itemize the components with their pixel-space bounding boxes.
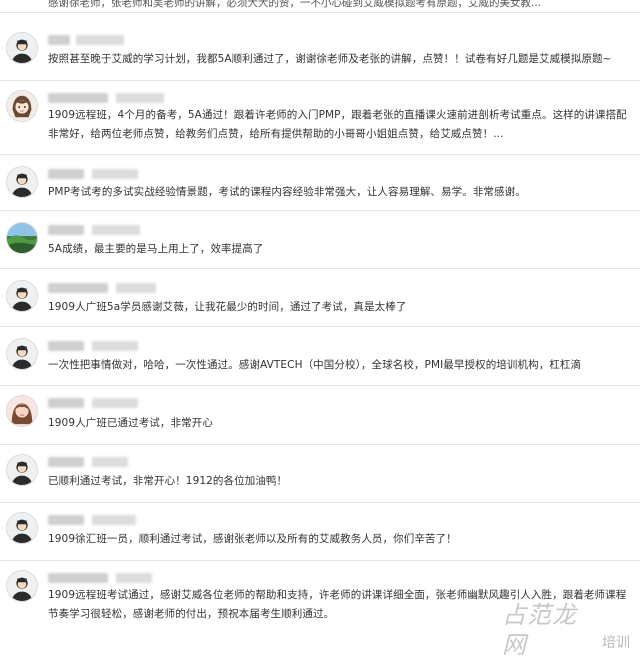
- timestamp-blurred: [76, 35, 124, 45]
- timestamp-blurred: [116, 93, 164, 103]
- username-blurred: [48, 283, 108, 293]
- default-avatar-icon[interactable]: [6, 32, 38, 64]
- divider: [0, 210, 640, 211]
- divider: [0, 385, 640, 386]
- default-avatar-icon[interactable]: [6, 280, 38, 312]
- comment-text: 1909人广班5a学员感谢艾薇，让我花最少的时间，通过了考试，真是太棒了: [48, 301, 407, 313]
- comment-text: 1909徐汇班一员，顺利通过考试，感谢张老师以及所有的艾威教务人员，你们辛苦了！: [48, 533, 457, 545]
- username-blurred: [48, 225, 84, 235]
- site-watermark: 占范龙网 培训: [502, 601, 632, 662]
- divider: [0, 502, 640, 503]
- comment-text: 1909远程班，4个月的备考，5A通过！跟着许老师的入门PMP，跟着老张的直播课…: [48, 109, 627, 140]
- comment-text: 已顺利通过考试，非常开心！1912的各位加油鸭！: [48, 475, 288, 487]
- divider: [0, 326, 640, 327]
- username-blurred: [48, 341, 84, 351]
- default-avatar-icon[interactable]: [6, 166, 38, 198]
- landscape-avatar[interactable]: [6, 222, 38, 254]
- woman-photo-avatar[interactable]: [6, 395, 38, 427]
- divider: [0, 12, 640, 13]
- username-blurred: [48, 515, 84, 525]
- default-avatar-icon[interactable]: [6, 570, 38, 602]
- divider: [0, 80, 640, 81]
- username-blurred: [48, 169, 84, 179]
- comment-text: 1909人广班已通过考试，非常开心: [48, 417, 213, 429]
- comment-text: 按照甚至晚于艾威的学习计划，我都5A顺利通过了，谢谢徐老师及老张的讲解，点赞！！…: [48, 53, 612, 65]
- divider: [0, 154, 640, 155]
- watermark-site-text: 培训: [602, 635, 630, 651]
- comment-text: 一次性把事情做对，哈哈，一次性通过。感谢AVTECH（中国分校），全球名校，PM…: [48, 359, 582, 371]
- comment-text: PMP考试考的多试实战经验情景题，考试的课程内容经验非常强大，让人容易理解、易学…: [48, 186, 526, 198]
- username-blurred: [48, 93, 108, 103]
- comment-feed: 感谢徐老师，张老师和吴老师的讲解，必须大大的赞，一不小心碰到艾威模拟题考有原题，…: [0, 0, 640, 666]
- timestamp-blurred: [92, 169, 138, 179]
- default-avatar-icon[interactable]: [6, 454, 38, 486]
- timestamp-blurred: [92, 341, 138, 351]
- timestamp-blurred: [116, 573, 152, 583]
- timestamp-blurred: [92, 457, 128, 467]
- previous-comment-text: 感谢徐老师，张老师和吴老师的讲解，必须大大的赞，一不小心碰到艾威模拟题考有原题，…: [48, 0, 542, 9]
- timestamp-blurred: [92, 515, 136, 525]
- anime-girl-avatar[interactable]: [6, 90, 38, 122]
- username-blurred: [48, 457, 84, 467]
- default-avatar-icon[interactable]: [6, 512, 38, 544]
- divider: [0, 560, 640, 561]
- username-blurred: [48, 35, 70, 45]
- default-avatar-icon[interactable]: [6, 338, 38, 370]
- divider: [0, 268, 640, 269]
- divider: [0, 444, 640, 445]
- username-blurred: [48, 398, 84, 408]
- timestamp-blurred: [92, 398, 138, 408]
- timestamp-blurred: [116, 283, 156, 293]
- comment-text: 5A成绩，最主要的是马上用上了，效率提高了: [48, 243, 264, 255]
- watermark-logo: 占范龙网: [502, 601, 577, 659]
- username-blurred: [48, 573, 108, 583]
- timestamp-blurred: [92, 225, 140, 235]
